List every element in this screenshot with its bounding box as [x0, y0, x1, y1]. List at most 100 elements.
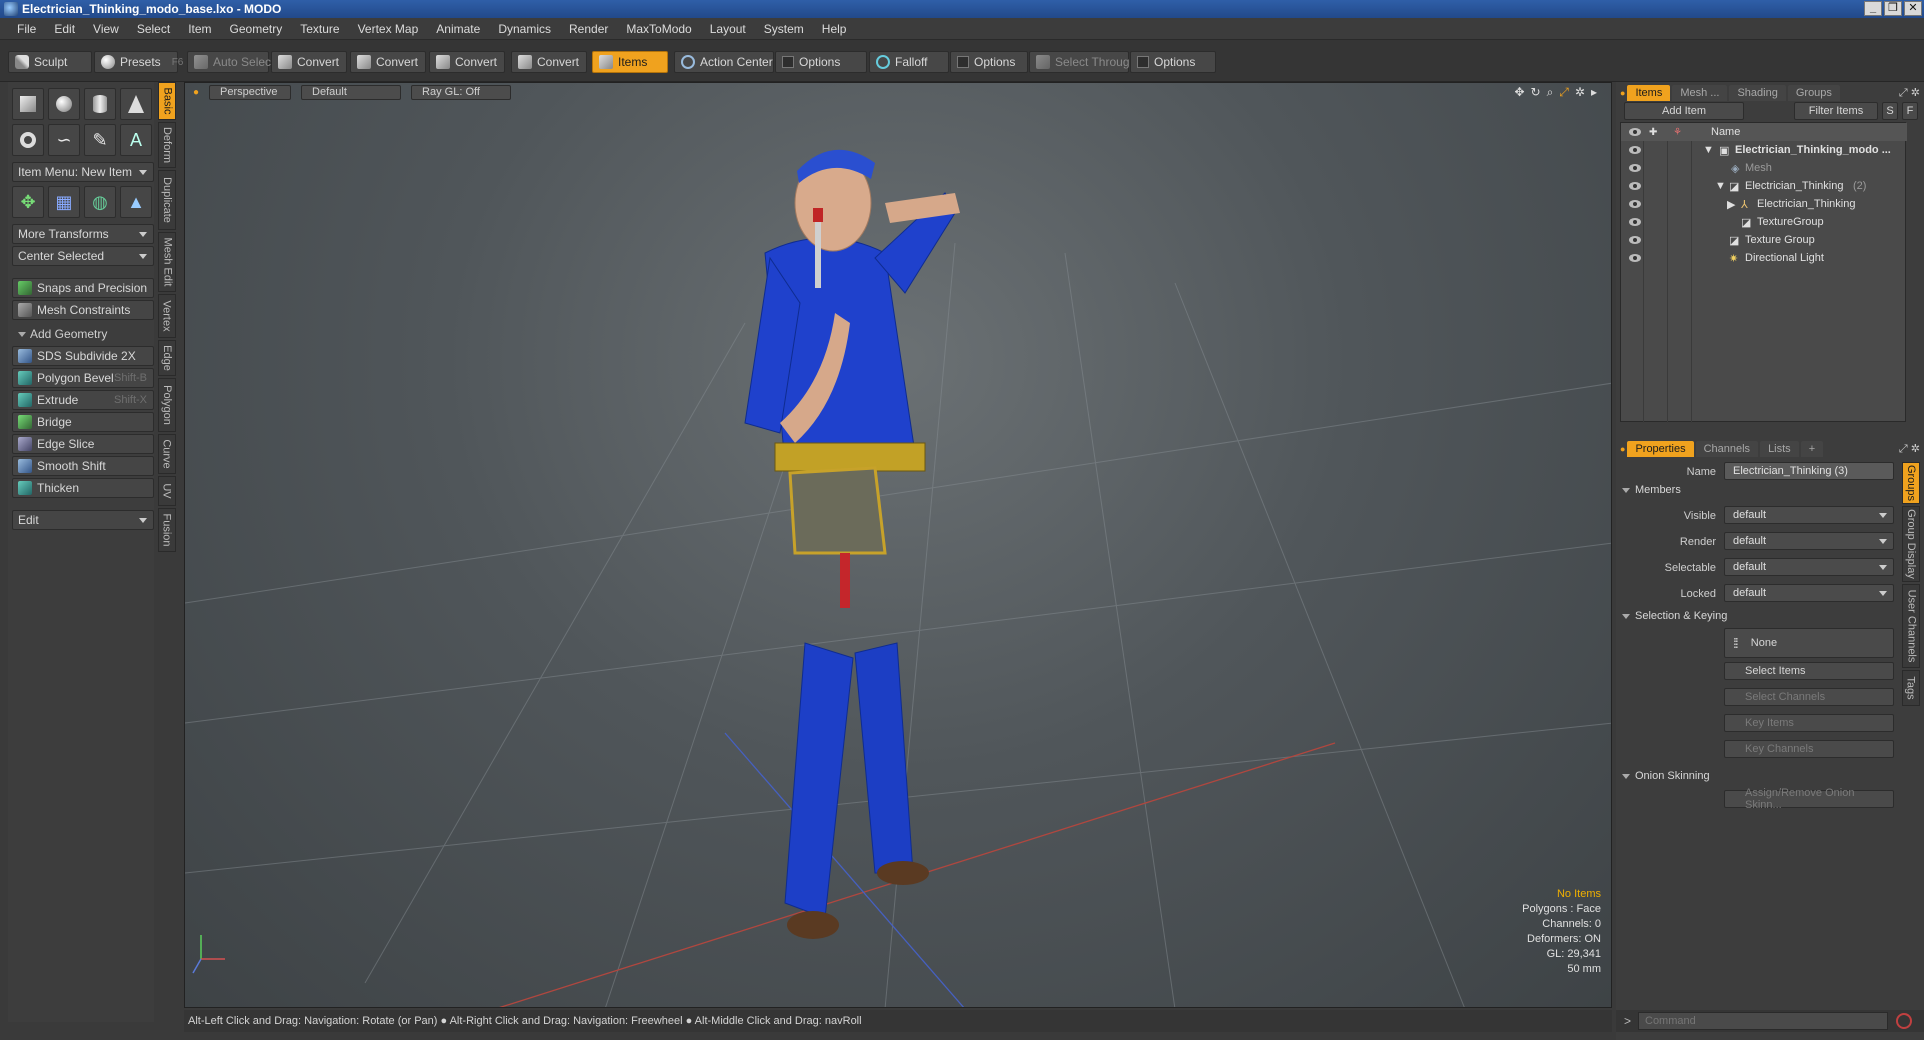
snaps-precision-button[interactable]: Snaps and Precision: [12, 278, 154, 298]
raygl-toggle[interactable]: Ray GL: Off: [411, 84, 512, 100]
rotate-tool-icon[interactable]: ◍: [84, 186, 116, 218]
tab-groups-side[interactable]: Groups: [1902, 462, 1920, 504]
mesh-constraints-button[interactable]: Mesh Constraints: [12, 300, 154, 320]
list-item-scene[interactable]: ▼ ▣ Electrician_Thinking_modo ...: [1621, 141, 1907, 159]
zoom-icon[interactable]: ⌕: [1547, 85, 1554, 100]
members-section[interactable]: Members: [1622, 484, 1681, 496]
visibility-eye-icon[interactable]: [1629, 236, 1641, 244]
none-button[interactable]: ⁞⁞ None: [1724, 628, 1894, 658]
close-button[interactable]: ✕: [1904, 1, 1922, 16]
action-center-options-button[interactable]: Options: [775, 51, 867, 73]
smooth-shift-button[interactable]: Smooth Shift: [12, 456, 154, 476]
view-type-dropdown[interactable]: Perspective: [209, 84, 292, 100]
menu-select[interactable]: Select: [128, 18, 179, 40]
visibility-eye-icon[interactable]: [1629, 200, 1641, 208]
fit-view-icon[interactable]: ⤢: [1559, 85, 1569, 100]
add-geometry-section[interactable]: Add Geometry: [12, 325, 154, 343]
tab-duplicate[interactable]: Duplicate: [158, 170, 176, 230]
extrude-button[interactable]: Extrude Shift-X: [12, 390, 154, 410]
auto-select-button[interactable]: Auto Select: [187, 51, 274, 73]
record-macro-icon[interactable]: [1896, 1013, 1912, 1029]
more-transforms-dropdown[interactable]: More Transforms: [12, 224, 154, 244]
visibility-eye-icon[interactable]: [1629, 182, 1641, 190]
tab-vertex[interactable]: Vertex: [158, 294, 176, 338]
menu-render[interactable]: Render: [560, 18, 617, 40]
convert-polygons-button[interactable]: Convert: [429, 51, 505, 73]
bridge-button[interactable]: Bridge: [12, 412, 154, 432]
filter-toggle-button[interactable]: F: [1902, 102, 1918, 120]
tab-uv[interactable]: UV: [158, 476, 176, 506]
tab-channels[interactable]: Channels: [1695, 441, 1759, 457]
cube-icon[interactable]: [12, 88, 44, 120]
pan-icon[interactable]: ✥: [1514, 85, 1524, 100]
key-channels-button[interactable]: Key Channels: [1724, 740, 1894, 758]
convert-vertices-button[interactable]: Convert: [271, 51, 347, 73]
orbit-icon[interactable]: ↻: [1531, 85, 1541, 100]
menu-maxtomodo[interactable]: MaxToModo: [617, 18, 700, 40]
grid-tool-icon[interactable]: ▦: [48, 186, 80, 218]
tab-add[interactable]: +: [1800, 441, 1824, 457]
selectable-dropdown[interactable]: default: [1724, 558, 1894, 576]
tab-mesh[interactable]: Mesh ...: [1672, 85, 1728, 101]
tab-groups[interactable]: Groups: [1787, 85, 1840, 101]
menu-animate[interactable]: Animate: [427, 18, 489, 40]
command-input[interactable]: [1638, 1012, 1888, 1030]
menu-dynamics[interactable]: Dynamics: [489, 18, 560, 40]
tab-edge[interactable]: Edge: [158, 340, 176, 376]
maximize-button[interactable]: ❐: [1884, 1, 1902, 16]
visibility-eye-icon[interactable]: [1629, 218, 1641, 226]
menu-help[interactable]: Help: [813, 18, 856, 40]
falloff-button[interactable]: Falloff: [869, 51, 949, 73]
shading-style-dropdown[interactable]: Default: [301, 84, 402, 100]
menu-system[interactable]: System: [755, 18, 813, 40]
text-tool-icon[interactable]: A: [120, 124, 152, 156]
menu-edit[interactable]: Edit: [45, 18, 84, 40]
select-through-button[interactable]: Select Through: [1029, 51, 1136, 73]
cylinder-icon[interactable]: [84, 88, 116, 120]
list-item-skeleton[interactable]: ▶ ⅄ Electrician_Thinking: [1621, 195, 1907, 213]
tab-mesh-edit[interactable]: Mesh Edit: [158, 232, 176, 292]
visibility-eye-icon[interactable]: [1629, 164, 1641, 172]
onion-skinning-section[interactable]: Onion Skinning: [1622, 770, 1710, 782]
menu-texture[interactable]: Texture: [291, 18, 348, 40]
3d-viewport[interactable]: ● Perspective Default Ray GL: Off ✥ ↻ ⌕ …: [184, 82, 1612, 1008]
panel-expand-icon[interactable]: ⤢ ✲: [1899, 442, 1920, 456]
pen-tool-icon[interactable]: ✎: [84, 124, 116, 156]
selection-keying-section[interactable]: Selection & Keying: [1622, 610, 1727, 622]
menu-item[interactable]: Item: [179, 18, 220, 40]
edit-dropdown[interactable]: Edit: [12, 510, 154, 530]
polygon-bevel-button[interactable]: Polygon Bevel Shift-B: [12, 368, 154, 388]
tab-lists[interactable]: Lists: [1760, 441, 1799, 457]
capsule-icon[interactable]: ∽: [48, 124, 80, 156]
panel-menu-icon[interactable]: ●: [1620, 444, 1625, 454]
tab-polygon[interactable]: Polygon: [158, 378, 176, 432]
select-items-button[interactable]: Select Items: [1724, 662, 1894, 680]
edge-slice-button[interactable]: Edge Slice: [12, 434, 154, 454]
render-dropdown[interactable]: default: [1724, 532, 1894, 550]
presets-button[interactable]: Presets F6: [94, 51, 183, 73]
tab-fusion[interactable]: Fusion: [158, 508, 176, 552]
search-toggle-button[interactable]: S: [1882, 102, 1898, 120]
name-input[interactable]: Electrician_Thinking (3): [1724, 462, 1894, 480]
viewport-expand-icon[interactable]: ▸: [1591, 85, 1597, 100]
list-item-group[interactable]: ▼ ◪ Electrician_Thinking (2): [1621, 177, 1907, 195]
menu-file[interactable]: File: [8, 18, 45, 40]
list-item-texturegroup[interactable]: ◪ TextureGroup: [1621, 213, 1907, 231]
tab-properties[interactable]: Properties: [1627, 441, 1694, 457]
items-mode-button[interactable]: Items: [592, 51, 668, 73]
select-channels-button[interactable]: Select Channels: [1724, 688, 1894, 706]
menu-vertex-map[interactable]: Vertex Map: [349, 18, 428, 40]
menu-view[interactable]: View: [84, 18, 128, 40]
thicken-button[interactable]: Thicken: [12, 478, 154, 498]
move-tool-icon[interactable]: ✥: [12, 186, 44, 218]
minimize-button[interactable]: _: [1864, 1, 1882, 16]
cone-icon[interactable]: [120, 88, 152, 120]
list-item-mesh[interactable]: ◈ Mesh: [1621, 159, 1907, 177]
expand-arrow-icon[interactable]: ▼: [1715, 180, 1726, 192]
tab-shading[interactable]: Shading: [1729, 85, 1786, 101]
scale-tool-icon[interactable]: ▲: [120, 186, 152, 218]
tab-user-channels[interactable]: User Channels: [1902, 584, 1920, 668]
list-item-texture-group[interactable]: ◪ Texture Group: [1621, 231, 1907, 249]
tab-items[interactable]: Items: [1627, 85, 1671, 101]
action-center-button[interactable]: Action Center: [674, 51, 774, 73]
